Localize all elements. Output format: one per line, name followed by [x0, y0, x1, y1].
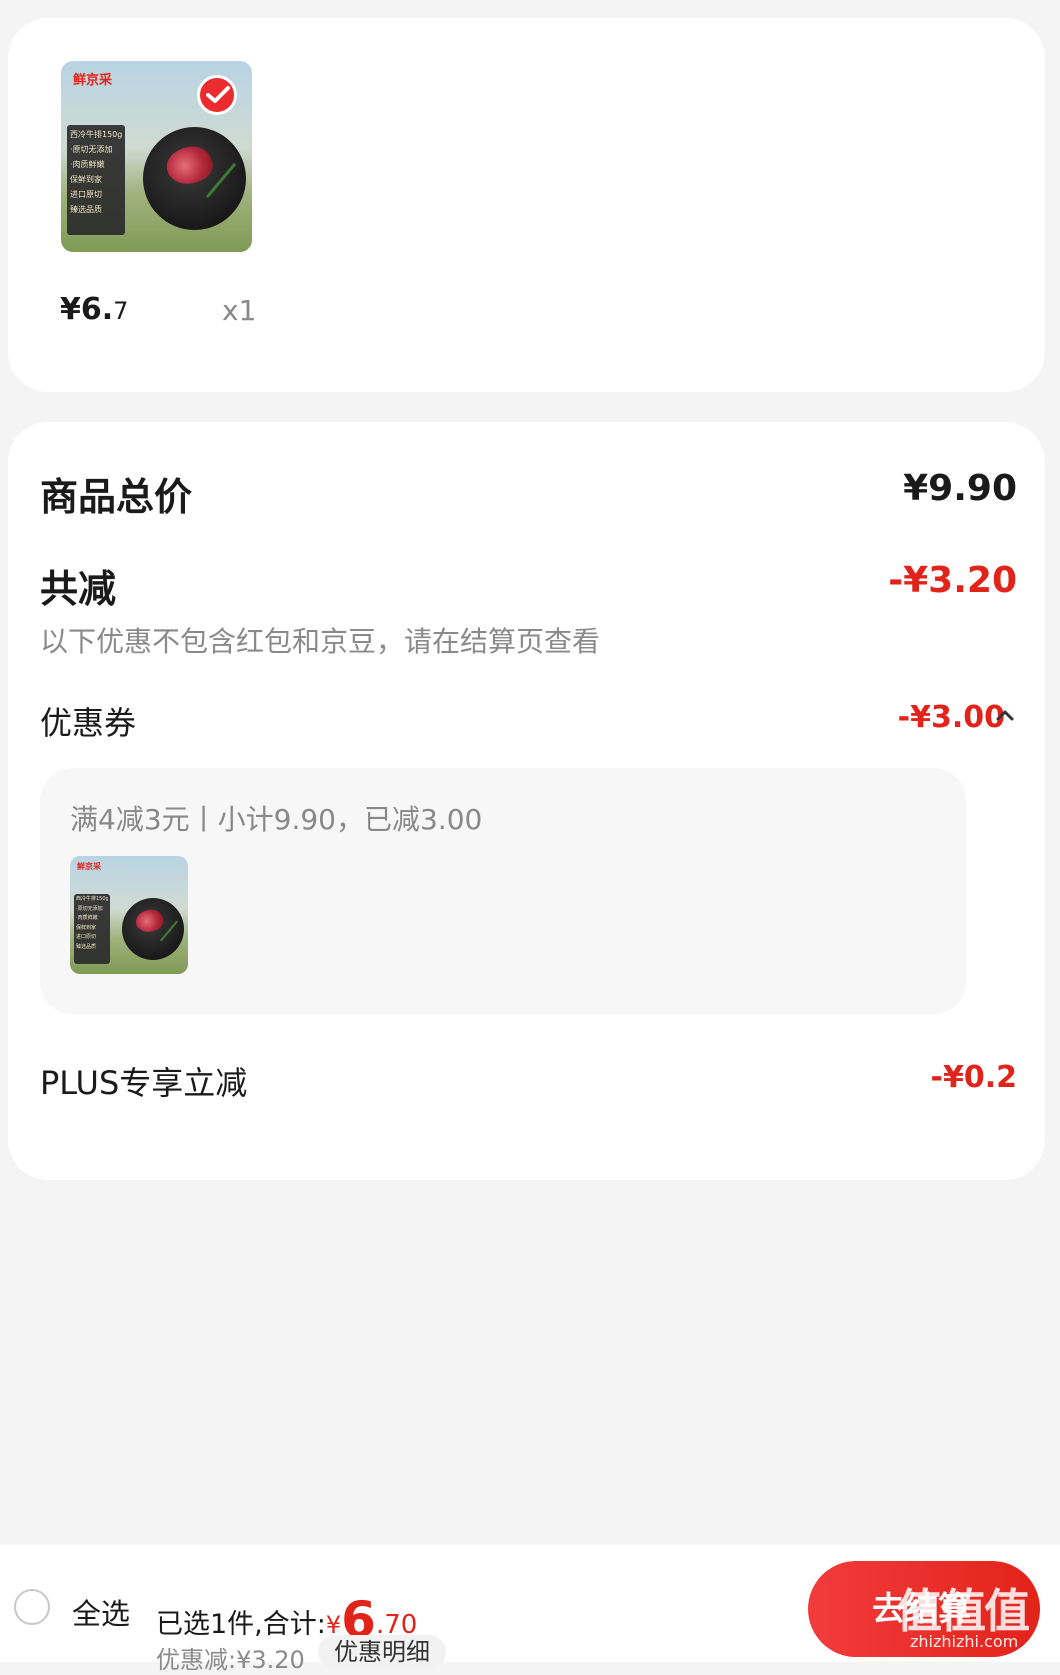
panel-line: ·肉质鲜嫩	[76, 915, 98, 921]
steak-illustration	[132, 905, 167, 937]
product-price: ¥6.7	[60, 292, 128, 327]
panel-line: 臻选品质	[76, 943, 97, 950]
discount-detail-button[interactable]: 优惠明细	[318, 1635, 446, 1669]
steak-illustration	[161, 139, 218, 192]
coupon-product-image: 鲜京采 西冷牛排150g ·原切无添加 ·肉质鲜嫩 保鲜到家 进口原切 臻选品质	[70, 856, 188, 974]
panel-line: 进口原切	[76, 934, 97, 940]
selected-prefix: 已选1件,合计:	[156, 1609, 326, 1640]
plus-discount-label: PLUS专享立减	[40, 1064, 248, 1102]
chevron-up-icon[interactable]	[995, 708, 1015, 722]
coupon-value[interactable]: -¥3.00	[898, 700, 1005, 735]
panel-line: ·肉质鲜嫩	[70, 160, 105, 169]
price-integer: ¥6.	[60, 292, 114, 327]
panel-line: 西冷牛排150g	[70, 130, 122, 139]
pan-illustration	[143, 127, 246, 230]
select-all-radio[interactable]	[14, 1589, 50, 1625]
total-reduction-value: -¥3.20	[888, 560, 1017, 601]
discount-summary: 优惠减:¥3.20	[156, 1646, 305, 1674]
product-info-panel: 西冷牛排150g ·原切无添加 ·肉质鲜嫩 保鲜到家 进口原切 臻选品质	[74, 894, 110, 964]
panel-line: 西冷牛排150g	[76, 896, 108, 902]
panel-line: ·原切无添加	[70, 145, 113, 154]
coupon-label[interactable]: 优惠券	[40, 698, 136, 744]
product-card: 鲜京采 西冷牛排150g ·原切无添加 ·肉质鲜嫩 保鲜到家 进口原切 臻选品质…	[8, 18, 1045, 392]
product-brand-logo: 鲜京采	[77, 862, 101, 871]
coupon-description: 满4减3元丨小计9.90，已减3.00	[70, 803, 483, 836]
product-image[interactable]: 鲜京采 西冷牛排150g ·原切无添加 ·肉质鲜嫩 保鲜到家 进口原切 臻选品质	[61, 61, 252, 252]
price-summary-card: 商品总价 ¥9.90 共减 -¥3.20 以下优惠不包含红包和京豆，请在结算页查…	[8, 422, 1045, 1180]
product-info-panel: 西冷牛排150g ·原切无添加 ·肉质鲜嫩 保鲜到家 进口原切 臻选品质	[67, 125, 125, 235]
product-brand-logo: 鲜京采	[73, 73, 113, 88]
pan-illustration	[122, 898, 184, 960]
panel-line: 保鲜到家	[76, 924, 97, 931]
total-reduction-label: 共减	[40, 567, 117, 611]
total-price-value: ¥9.90	[903, 468, 1017, 509]
panel-line: 保鲜到家	[70, 175, 102, 184]
watermark-url: zhizhizhi.com	[910, 1632, 1019, 1651]
coupon-detail-box: 满4减3元丨小计9.90，已减3.00 鲜京采 西冷牛排150g ·原切无添加 …	[40, 768, 966, 1014]
price-decimal: 7	[113, 297, 129, 325]
total-price-label: 商品总价	[40, 475, 193, 519]
panel-line: 进口原切	[70, 190, 102, 199]
panel-line: 臻选品质	[70, 205, 102, 214]
product-quantity: x1	[222, 294, 257, 327]
panel-line: ·原切无添加	[76, 905, 103, 912]
select-all-label[interactable]: 全选	[72, 1591, 130, 1633]
selected-check-icon[interactable]	[197, 75, 237, 115]
plus-discount-value: -¥0.2	[930, 1060, 1017, 1095]
reduction-note: 以下优惠不包含红包和京豆，请在结算页查看	[40, 625, 601, 658]
